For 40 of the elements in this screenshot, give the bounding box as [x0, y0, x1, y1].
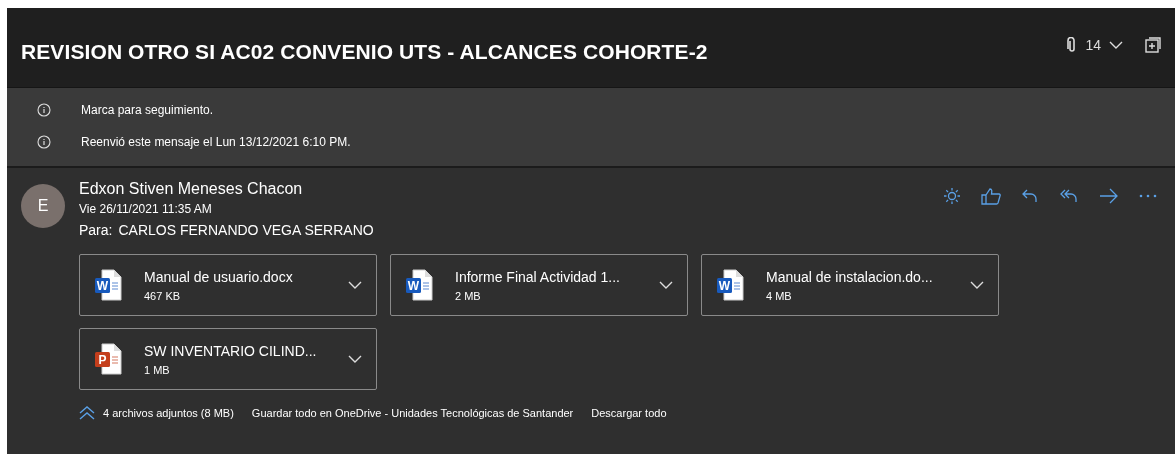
attachment-card[interactable]: W Informe Final Actividad 1... 2 MB — [390, 254, 688, 316]
save-all-link[interactable]: Guardar todo en OneDrive - Unidades Tecnológicas de Santander — [251, 407, 574, 419]
avatar: E — [21, 184, 65, 228]
thread-count[interactable]: 14 — [1085, 37, 1101, 53]
sun-icon[interactable] — [943, 187, 961, 205]
file-size: 2 MB — [455, 289, 482, 302]
file-name: Manual de usuario.docx — [144, 268, 294, 285]
info-icon — [37, 103, 51, 117]
chevron-down-icon[interactable] — [348, 354, 362, 364]
paperclip-icon — [1067, 37, 1078, 53]
attachment-card[interactable]: P SW INVENTARIO CILIND... 1 MB — [79, 328, 377, 390]
chevron-down-icon[interactable] — [348, 280, 362, 290]
file-size: 467 KB — [144, 289, 182, 302]
attachment-card[interactable]: W Manual de instalacion.do... 4 MB — [701, 254, 999, 316]
chevron-down-icon[interactable] — [1109, 40, 1123, 50]
download-all-link[interactable]: Descargar todo — [591, 407, 667, 419]
double-chevron-up-icon[interactable] — [79, 406, 95, 420]
reply-all-icon[interactable] — [1059, 187, 1079, 205]
file-name: Informe Final Actividad 1... — [455, 268, 621, 285]
sent-date: Vie 26/11/2021 11:35 AM — [79, 202, 213, 216]
file-name: Manual de instalacion.do... — [766, 268, 934, 285]
sender-name[interactable]: Edxon Stiven Meneses Chacon — [79, 180, 303, 198]
forward-arrow-icon[interactable] — [1099, 188, 1119, 204]
file-name: SW INVENTARIO CILIND... — [144, 342, 318, 359]
thumbs-up-icon[interactable] — [981, 187, 1001, 205]
chevron-down-icon[interactable] — [659, 280, 673, 290]
notice-text: Marca para seguimiento. — [81, 103, 214, 117]
file-size: 1 MB — [144, 363, 171, 376]
email-subject: REVISION OTRO SI AC02 CONVENIO UTS - ALCANCES COHORTE-2 — [21, 39, 709, 64]
notice-text: Reenvió este mensaje el Lun 13/12/2021 6:10 PM. — [81, 135, 351, 149]
file-size: 4 MB — [766, 289, 793, 302]
attachment-card[interactable]: W Manual de usuario.docx 467 KB — [79, 254, 377, 316]
reply-icon[interactable] — [1021, 187, 1039, 205]
recipient-name[interactable]: CARLOS FERNANDO VEGA SERRANO — [118, 222, 374, 238]
more-icon[interactable] — [1139, 194, 1157, 198]
expand-icon[interactable] — [1145, 37, 1161, 53]
chevron-down-icon[interactable] — [970, 280, 984, 290]
to-label: Para: — [79, 222, 113, 238]
info-icon — [37, 135, 51, 149]
attachments-summary: 4 archivos adjuntos (8 MB) — [103, 407, 234, 419]
